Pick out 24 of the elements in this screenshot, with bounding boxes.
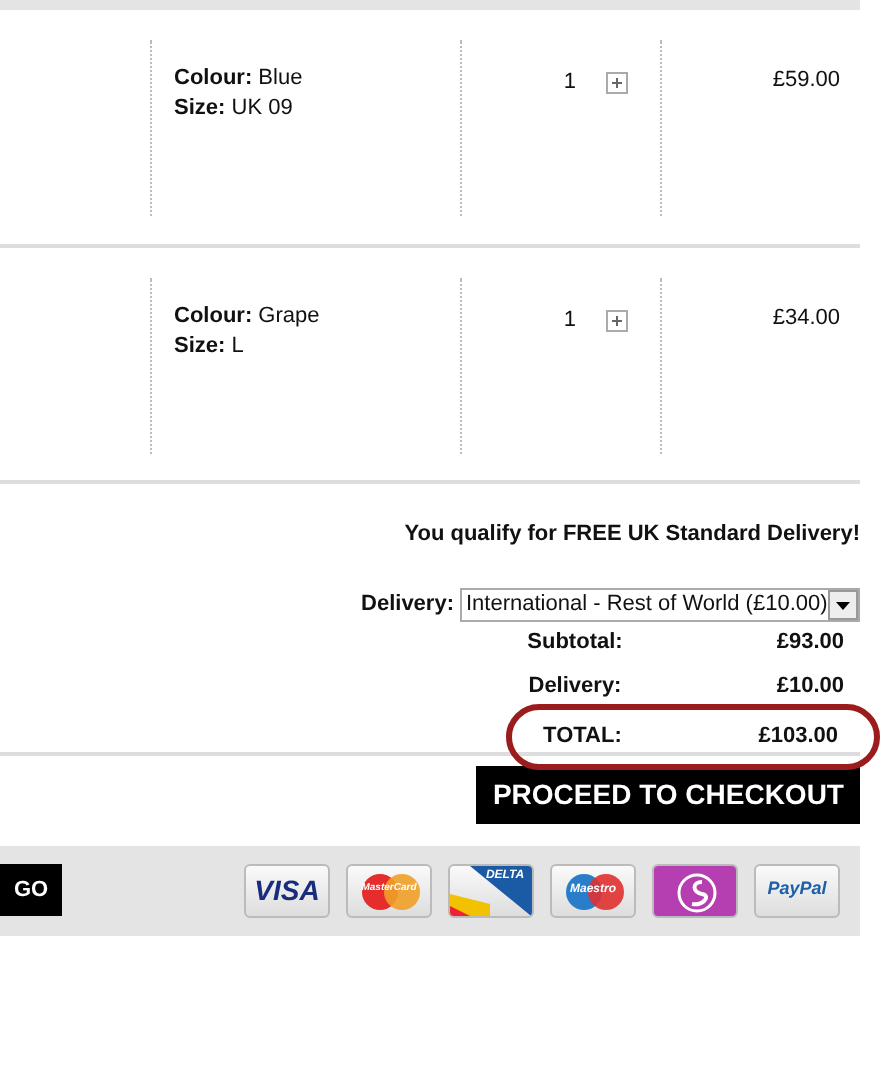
total-label: TOTAL: bbox=[541, 722, 624, 753]
free-delivery-message: You qualify for FREE UK Standard Delivery! bbox=[404, 522, 860, 546]
size-text: Size: UK 09 bbox=[174, 94, 295, 124]
total-label: Subtotal: bbox=[525, 628, 625, 659]
total-value: £93.00 bbox=[774, 628, 846, 659]
visa-card-logo: VISA bbox=[244, 863, 330, 917]
total-label: Delivery: bbox=[526, 672, 624, 703]
paypal-card-logo: PayPal bbox=[754, 863, 840, 917]
go-button[interactable]: GO bbox=[0, 863, 63, 917]
delivery-label: Delivery: bbox=[361, 589, 454, 620]
total-value: £103.00 bbox=[756, 722, 840, 753]
quantity-text: 1 bbox=[563, 72, 576, 94]
colour-text: Colour: Blue bbox=[174, 64, 305, 94]
size-text: Size: L bbox=[174, 332, 246, 362]
solo-card-logo bbox=[652, 863, 738, 917]
colour-text: Colour: Grape bbox=[174, 302, 322, 332]
plus-icon[interactable] bbox=[606, 72, 628, 94]
price-text: £34.00 bbox=[772, 306, 840, 330]
delivery-select[interactable]: International - Rest of World (£10.00) bbox=[460, 587, 860, 621]
checkout-button[interactable]: PROCEED TO CHECKOUT bbox=[476, 765, 860, 823]
price-text: £59.00 bbox=[772, 68, 840, 92]
total-value: £10.00 bbox=[774, 672, 846, 703]
plus-icon[interactable] bbox=[606, 310, 628, 332]
quantity-text: 1 bbox=[563, 310, 576, 332]
